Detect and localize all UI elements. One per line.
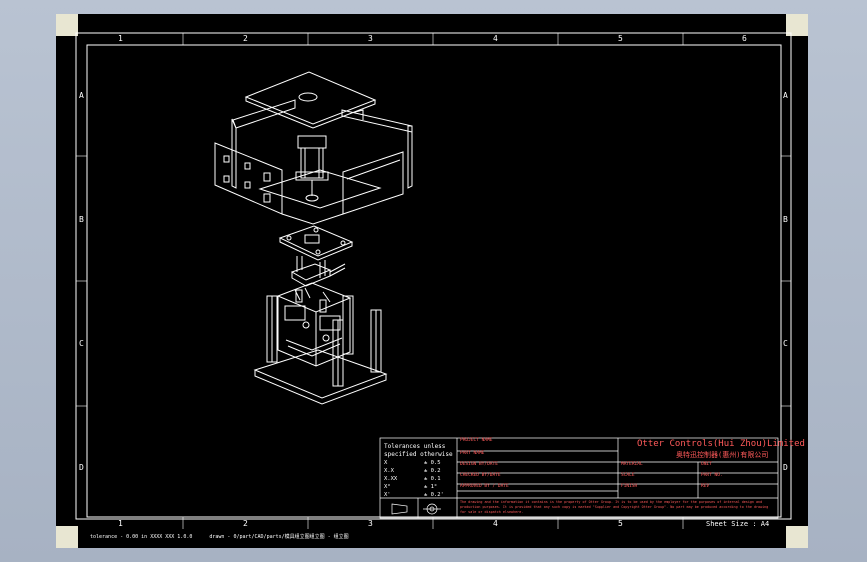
- ruler-col-4-bottom: 4: [493, 519, 498, 528]
- tol-key-2: X.X: [384, 468, 394, 474]
- label-design-by: DESIGN BY/DATE: [460, 462, 498, 467]
- label-approved-by: APPROVED BY / DATE: [460, 484, 509, 489]
- copyright-notice: The drawing and the information it conta…: [460, 500, 769, 514]
- label-project-name: PROJECT NAME: [460, 438, 493, 443]
- ruler-col-2-bottom: 2: [243, 519, 248, 528]
- status-left: tolerance - 0.00 in XXXX XXX 1.0.0: [90, 534, 193, 540]
- ruler-col-5-bottom: 5: [618, 519, 623, 528]
- top-cover-plate: [244, 71, 377, 125]
- label-part-name: PART NAME: [460, 451, 485, 456]
- tolerance-table: X ± 0.5 X.X ± 0.2 X.XX ± 0.1 X° ± 1° X' ± 0.2…: [384, 460, 454, 501]
- tol-key-1: X: [384, 460, 388, 466]
- label-scale: SCALE: [621, 473, 635, 478]
- status-right: drawn - 0/part/CAD/parts/模具组立图组立图 - 组立图: [209, 534, 349, 540]
- label-finish: FINISH: [621, 484, 638, 489]
- ruler-row-b-right: B: [783, 215, 788, 224]
- label-unit: UNIT: [701, 462, 712, 467]
- tol-key-5: X': [384, 492, 391, 498]
- ruler-row-a-right: A: [783, 91, 788, 100]
- ruler-col-3-bottom: 3: [368, 519, 373, 528]
- ruler-col-4: 4: [493, 34, 498, 43]
- tolerance-title: Tolerances unless specified otherwise: [384, 443, 453, 458]
- label-part-no: PART NO.: [701, 473, 723, 478]
- ruler-col-1-bottom: 1: [118, 519, 123, 528]
- ruler-row-b: B: [79, 215, 84, 224]
- tol-val-1: ± 0.5: [424, 460, 441, 466]
- label-rev: REV: [701, 484, 710, 489]
- tol-key-4: X°: [384, 484, 391, 490]
- tol-key-3: X.XX: [384, 476, 398, 482]
- sheet-size: Sheet Size : A4: [706, 520, 770, 528]
- ruler-row-c-right: C: [783, 339, 788, 348]
- ruler-col-3: 3: [368, 34, 373, 43]
- company-name: Otter Controls(Hui Zhou)Limited: [637, 439, 805, 449]
- tol-val-5: ± 0.2': [424, 492, 444, 498]
- ruler-row-d: D: [79, 463, 84, 472]
- status-bar: tolerance - 0.00 in XXXX XXX 1.0.0 drawn…: [90, 533, 349, 540]
- ruler-col-2: 2: [243, 34, 248, 43]
- tol-val-4: ± 1°: [424, 484, 438, 490]
- ruler-col-1: 1: [118, 34, 123, 43]
- company-name-cn: 奥特迅控制器(惠州)有限公司: [676, 451, 769, 459]
- label-material: MATERIAL: [621, 462, 643, 467]
- ruler-row-d-right: D: [783, 463, 788, 472]
- ruler-col-5: 5: [618, 34, 623, 43]
- tol-val-2: ± 0.2: [424, 468, 441, 474]
- ruler-row-a: A: [79, 91, 84, 100]
- exploded-assembly: [214, 71, 413, 405]
- label-checked-by: CHECKED BY/DATE: [460, 473, 501, 478]
- tol-val-3: ± 0.1: [424, 476, 441, 482]
- ruler-col-6: 6: [742, 34, 747, 43]
- ruler-row-c: C: [79, 339, 84, 348]
